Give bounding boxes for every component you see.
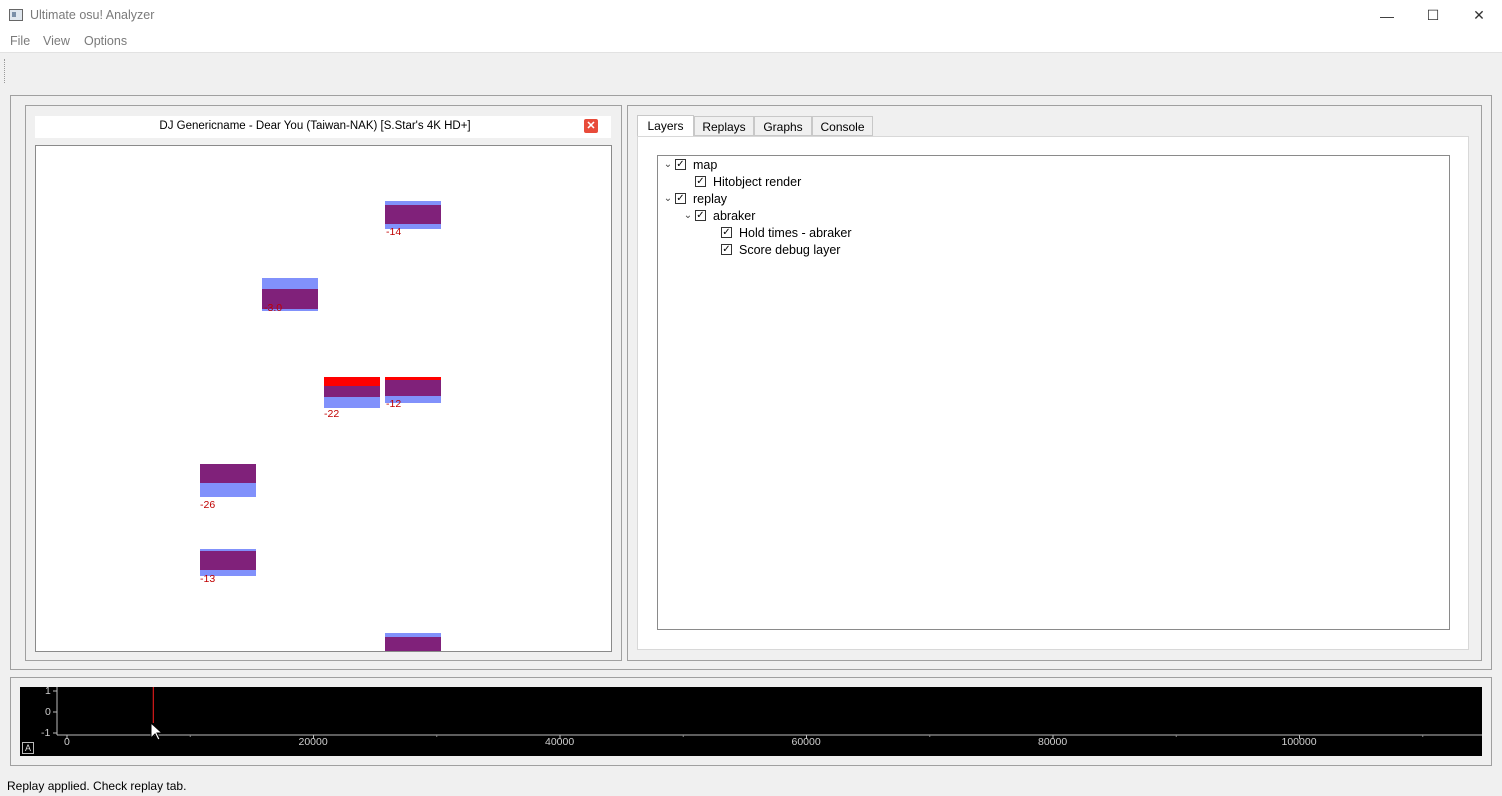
checkbox-hold-times[interactable]: ✓ (721, 227, 732, 238)
note-offset-label: -3.0 (264, 302, 283, 314)
close-map-button[interactable]: ✕ (584, 119, 598, 133)
tree-item-hold-times[interactable]: ✓ Hold times - abraker (721, 224, 852, 241)
checkbox-abraker[interactable]: ✓ (695, 210, 706, 221)
chevron-down-icon[interactable]: ⌄ (661, 159, 675, 170)
tree-item-abraker[interactable]: ⌄ ✓ abraker (681, 207, 756, 224)
y-tick-label: 0 (45, 706, 51, 718)
map-canvas[interactable]: -14 -3.0 -22 -12 -26 -13 (35, 145, 612, 652)
menu-view[interactable]: View (43, 34, 70, 48)
mouse-cursor-icon (150, 722, 164, 741)
checkbox-score-debug[interactable]: ✓ (721, 244, 732, 255)
title-bar: Ultimate osu! Analyzer — ☐ ✕ (0, 0, 1502, 31)
auto-range-button[interactable]: A (22, 742, 34, 754)
tree-item-label: replay (693, 191, 728, 206)
chevron-down-icon[interactable]: ⌄ (681, 210, 695, 221)
minimize-button[interactable]: — (1364, 0, 1410, 31)
tree-item-label: Hitobject render (713, 174, 802, 189)
chevron-down-icon[interactable]: ⌄ (661, 193, 675, 204)
note-offset-label: -14 (386, 226, 402, 238)
map-title-bar: DJ Genericname - Dear You (Taiwan-NAK) [… (35, 116, 611, 138)
window-title: Ultimate osu! Analyzer (30, 8, 155, 22)
status-bar: Replay applied. Check replay tab. (0, 776, 1502, 796)
x-tick-label: 60000 (791, 736, 821, 748)
menu-bar: File View Options (0, 31, 1502, 52)
y-tick-label: -1 (41, 727, 51, 739)
tree-item-replay[interactable]: ⌄ ✓ replay (661, 190, 727, 207)
note-offset-label: -13 (200, 573, 216, 585)
tab-layers[interactable]: Layers (637, 115, 694, 136)
close-window-button[interactable]: ✕ (1456, 0, 1502, 31)
x-tick-label: 20000 (298, 736, 328, 748)
menu-file[interactable]: File (10, 34, 30, 48)
x-tick-label: 80000 (1038, 736, 1068, 748)
maximize-button[interactable]: ☐ (1410, 0, 1456, 31)
tree-item-label: Hold times - abraker (739, 225, 852, 240)
status-text: Replay applied. Check replay tab. (7, 779, 187, 793)
toolbar-grip[interactable] (4, 59, 8, 83)
tab-replays[interactable]: Replays (694, 116, 754, 136)
layers-tree[interactable]: ⌄ ✓ map ✓ Hitobject render ⌄ ✓ replay ⌄ … (657, 155, 1450, 630)
tree-item-label: abraker (713, 208, 756, 223)
tree-item-map[interactable]: ⌄ ✓ map (661, 156, 718, 173)
timeline-axes (53, 687, 1482, 739)
checkbox-map[interactable]: ✓ (675, 159, 686, 170)
toolbar (0, 52, 1502, 87)
checkbox-hitobject-render[interactable]: ✓ (695, 176, 706, 187)
tree-item-label: map (693, 157, 718, 172)
menu-options[interactable]: Options (84, 34, 127, 48)
timeline-plot[interactable]: 1 0 -1 A 0 20000 40000 60000 80000 100000 (20, 687, 1482, 756)
note-offset-label: -12 (386, 398, 402, 410)
checkbox-replay[interactable]: ✓ (675, 193, 686, 204)
note-offset-label: -22 (324, 408, 340, 420)
map-title: DJ Genericname - Dear You (Taiwan-NAK) [… (159, 120, 471, 132)
note-offset-label: -26 (200, 499, 216, 511)
y-tick-label: 1 (45, 687, 51, 697)
tree-item-hitobject-render[interactable]: ✓ Hitobject render (695, 173, 801, 190)
x-tick-label: 40000 (545, 736, 575, 748)
tab-console[interactable]: Console (812, 116, 873, 136)
tree-item-score-debug[interactable]: ✓ Score debug layer (721, 241, 840, 258)
app-icon (9, 9, 23, 21)
tree-item-label: Score debug layer (739, 242, 841, 257)
x-tick-label: 100000 (1281, 736, 1317, 748)
x-tick-label: 0 (64, 736, 70, 748)
tab-graphs[interactable]: Graphs (754, 116, 812, 136)
